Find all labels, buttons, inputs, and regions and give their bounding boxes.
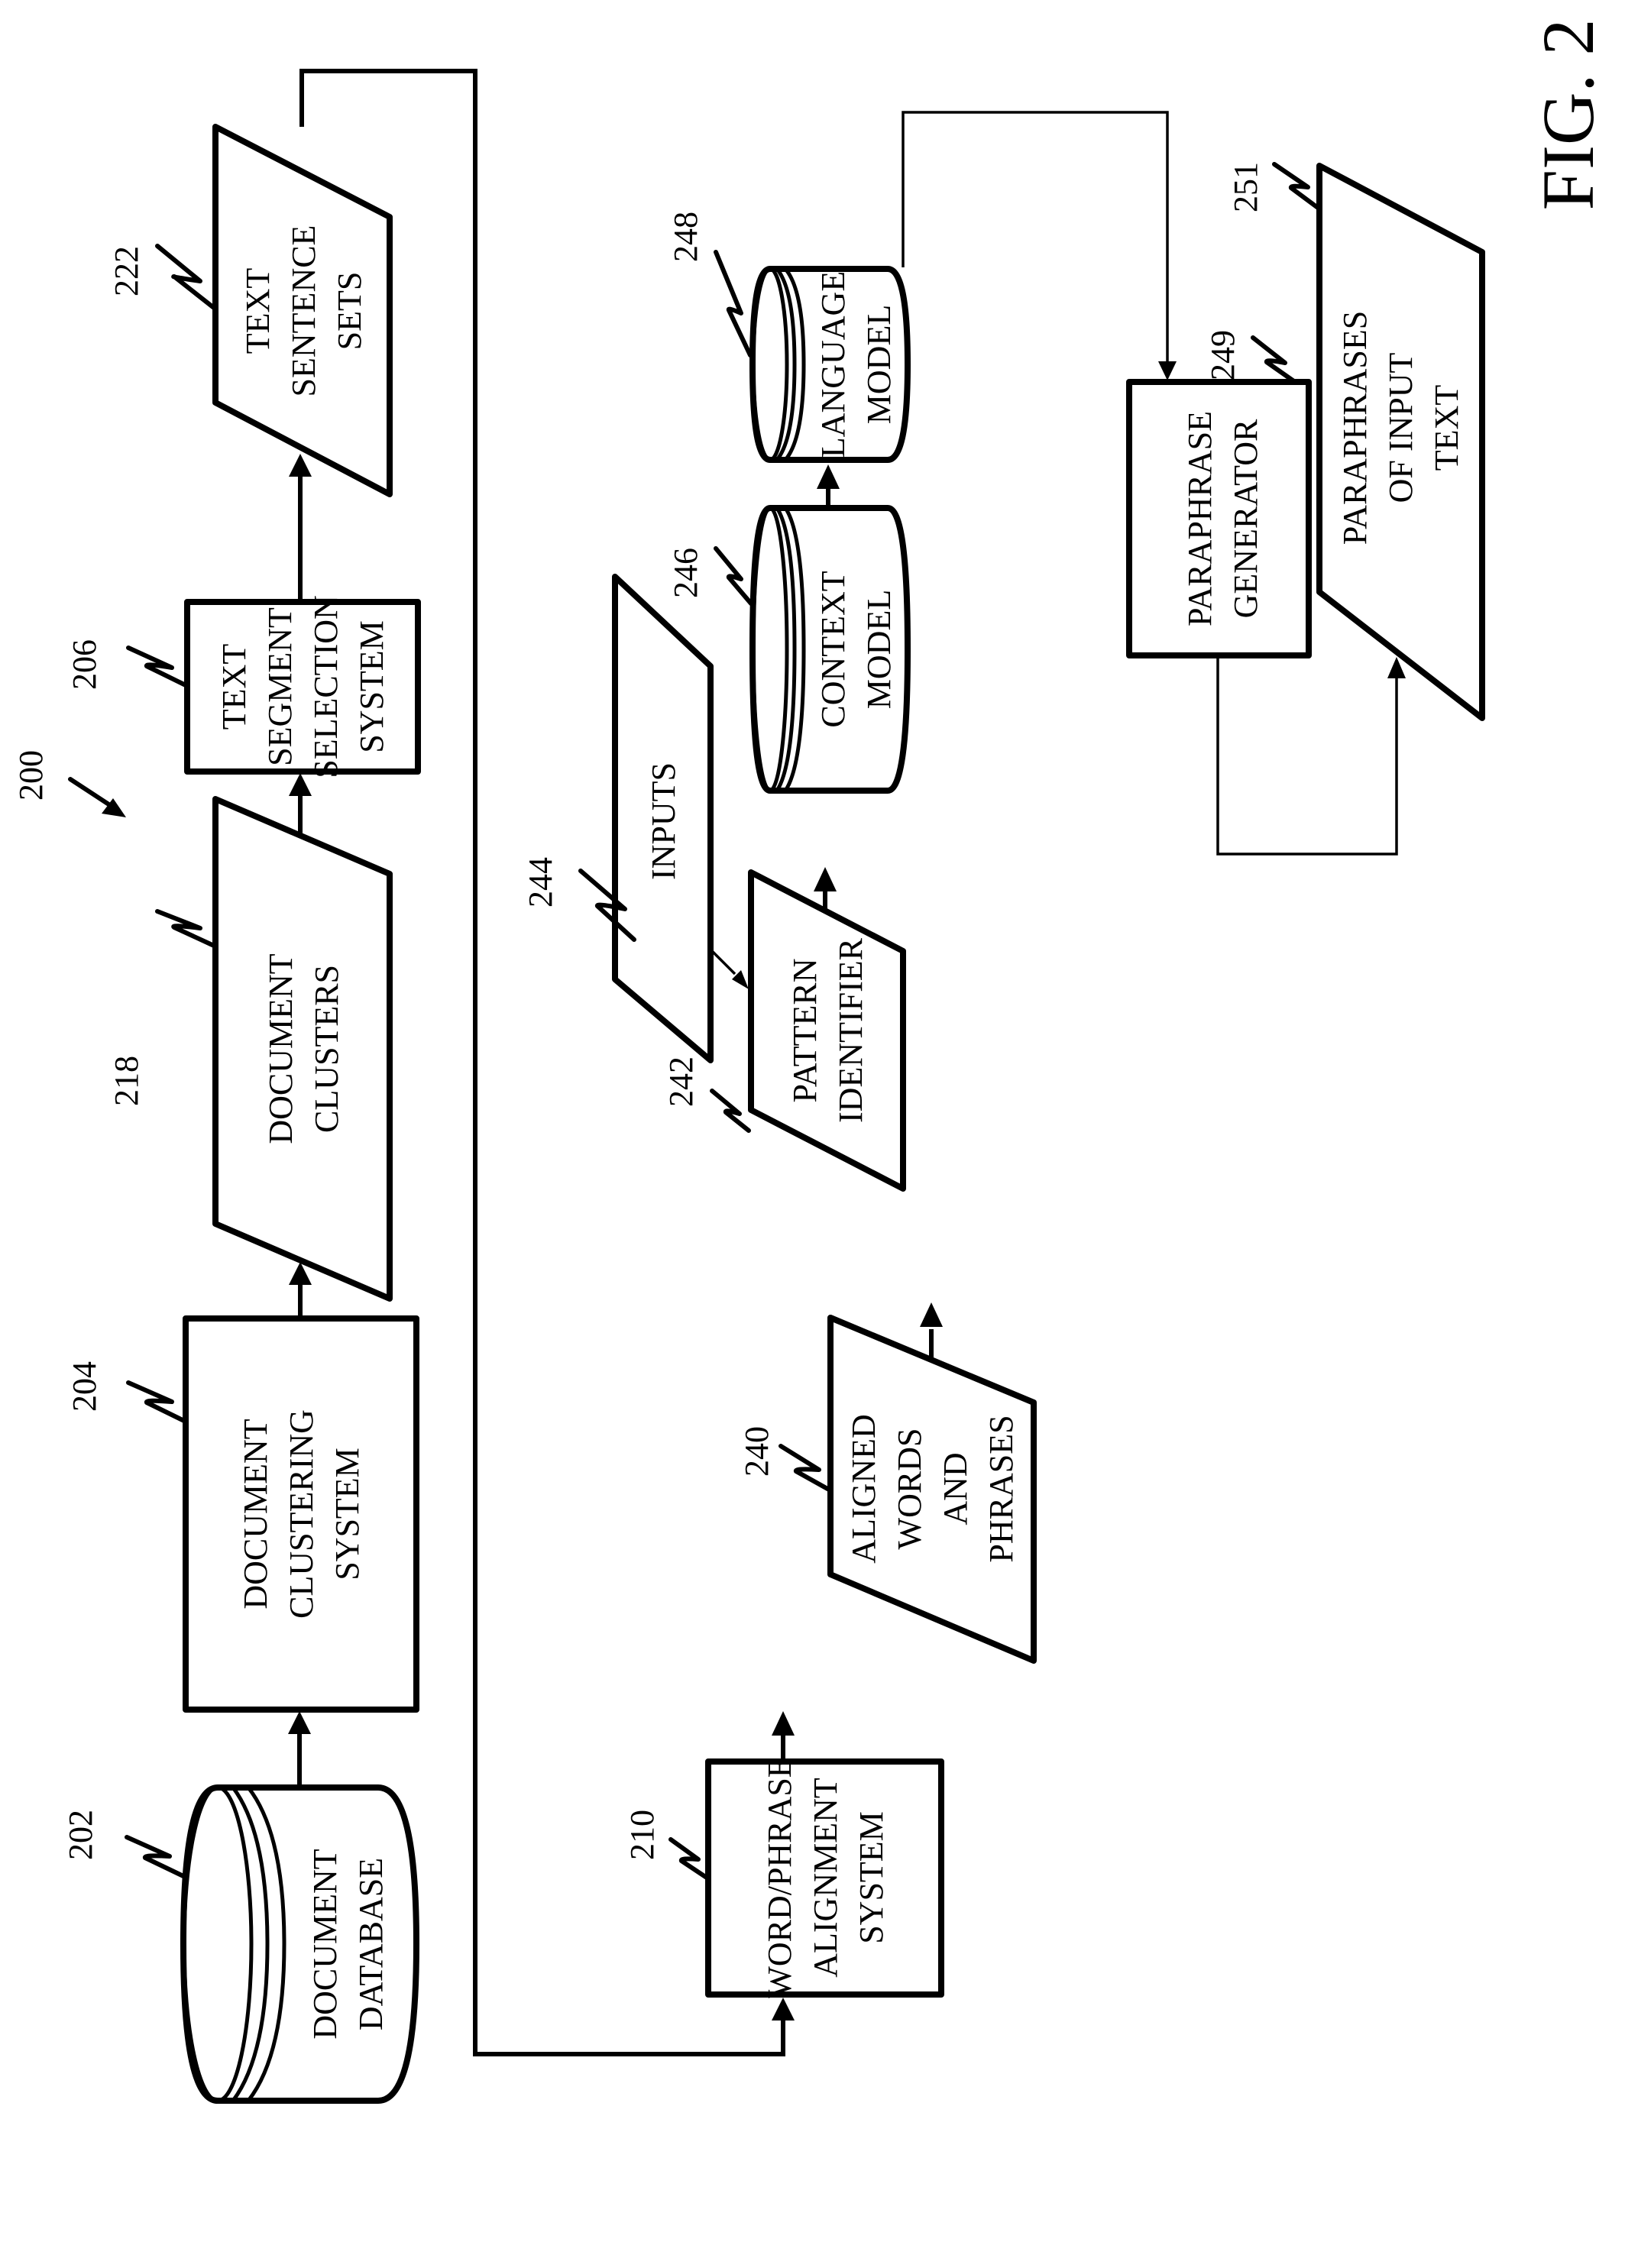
node-label-line: MODEL — [860, 590, 898, 709]
ref-numeral: 204 — [66, 1361, 103, 1412]
node-label-line: TEXT — [1428, 385, 1465, 471]
node-label-line: PATTERN — [786, 958, 824, 1102]
node-label-line: OF INPUT — [1382, 352, 1419, 503]
node-label-line: MODEL — [860, 305, 898, 424]
edge-204-218 — [289, 1262, 312, 1317]
node-label-line: DOCUMENT — [262, 953, 299, 1144]
node-label-line: WORDS — [891, 1428, 928, 1550]
node-label-line: GENERATOR — [1227, 419, 1264, 618]
ref-numeral: 202 — [62, 1810, 99, 1860]
ref-numeral: 246 — [667, 548, 704, 598]
node-246-context-model: CONTEXT MODEL — [749, 505, 911, 794]
node-242-pattern-identifier: PATTERN IDENTIFIER — [748, 869, 906, 1192]
node-label-line: SYSTEM — [353, 620, 390, 753]
node-222-text-sentence-sets: TEXT SENTENCE SETS — [212, 124, 393, 497]
node-label-line: ALIGNED — [845, 1414, 882, 1564]
ref-numeral: 240 — [738, 1426, 775, 1477]
node-label-line: SYSTEM — [329, 1448, 366, 1580]
node-218-document-clusters: DOCUMENT CLUSTERS — [212, 796, 393, 1302]
ref-numeral: 206 — [66, 639, 103, 690]
ref-248: 248 — [667, 212, 753, 358]
ref-numeral: 244 — [522, 857, 559, 908]
ref-206: 206 — [66, 639, 188, 690]
edge-248-249 — [902, 111, 1177, 380]
ref-218: 218 — [108, 909, 216, 1106]
node-label-line: SELECTION — [307, 595, 345, 778]
edge-202-204 — [288, 1711, 311, 1785]
node-label-line: SETS — [331, 272, 368, 351]
node-label-line: ALIGNMENT — [807, 1778, 844, 1978]
ref-210: 210 — [623, 1810, 709, 1880]
node-210-word-phrase-alignment-system: WORD/PHRASE ALIGNMENT SYSTEM — [705, 1757, 944, 1998]
node-240-aligned-words-and-phrases: ALIGNED WORDS AND PHRASES — [827, 1315, 1037, 1664]
node-248-language-model: LANGUAGE MODEL — [749, 266, 911, 463]
ref-numeral: 222 — [108, 246, 145, 296]
figure-title: FIG. 2 — [1527, 19, 1609, 211]
node-label-line: SYSTEM — [853, 1811, 890, 1944]
node-label-line: SEGMENT — [261, 607, 299, 766]
ref-251: 251 — [1227, 162, 1320, 212]
node-label-line: CLUSTERING — [283, 1409, 320, 1619]
node-label-line: DOCUMENT — [306, 1849, 344, 2039]
ref-numeral: 210 — [623, 1810, 661, 1860]
ref-246: 246 — [667, 546, 753, 606]
node-244-inputs: INPUTS — [612, 574, 714, 1063]
ref-numeral: 200 — [12, 750, 50, 801]
ref-249: 249 — [1204, 330, 1297, 384]
ref-numeral: 249 — [1204, 330, 1241, 380]
ref-204: 204 — [66, 1361, 186, 1423]
patent-diagram: TEXT SENTENCE SETS TEXT SEGMENT SELECTIO… — [12, 19, 1609, 2104]
ref-numeral: 251 — [1227, 162, 1264, 212]
node-label-line: TEXT — [239, 268, 277, 354]
node-label-line: PARAPHRASE — [1181, 411, 1219, 626]
node-206-text-segment-selection-system: TEXT SEGMENT SELECTION SYSTEM — [184, 595, 421, 778]
node-label-line: DOCUMENT — [237, 1419, 274, 1609]
ref-202: 202 — [62, 1810, 186, 1878]
ref-200: 200 — [12, 750, 126, 817]
node-label-line: INPUTS — [645, 762, 682, 880]
node-label-line: CLUSTERS — [308, 965, 345, 1133]
edge-242-246 — [814, 867, 837, 909]
ref-numeral: 248 — [667, 212, 704, 262]
edge-210-240 — [772, 1711, 795, 1761]
node-label-line: PARAPHRASES — [1336, 311, 1374, 545]
node-label-line: DATABASE — [352, 1858, 390, 2030]
edge-240-242 — [920, 1302, 943, 1360]
edge-206-222 — [289, 454, 312, 600]
node-label-line: AND — [937, 1452, 974, 1525]
node-251-paraphrases-of-input-text: PARAPHRASES OF INPUT TEXT — [1316, 163, 1485, 721]
node-label-line: TEXT — [215, 644, 253, 730]
ref-numeral: 218 — [108, 1056, 145, 1106]
edge-246-248 — [817, 464, 840, 510]
edge-218-206 — [289, 773, 312, 836]
ref-222: 222 — [108, 244, 216, 310]
node-label-line: PHRASES — [982, 1415, 1020, 1562]
ref-240: 240 — [738, 1426, 831, 1492]
ref-numeral: 242 — [662, 1056, 700, 1107]
node-label-line: SENTENCE — [285, 225, 322, 397]
edge-244-242 — [711, 950, 749, 989]
node-249-paraphrase-generator: PARAPHRASE GENERATOR — [1126, 379, 1312, 658]
ref-242: 242 — [662, 1056, 751, 1133]
node-label-line: WORD/PHRASE — [761, 1757, 798, 1998]
node-202-document-database: DOCUMENT DATABASE — [180, 1784, 419, 2104]
node-label-line: IDENTIFIER — [832, 937, 869, 1123]
node-204-document-clustering-system: DOCUMENT CLUSTERING SYSTEM — [183, 1315, 419, 1713]
node-label-line: LANGUAGE — [814, 271, 852, 458]
edge-249-251 — [1216, 657, 1406, 856]
node-label-line: CONTEXT — [814, 571, 852, 727]
